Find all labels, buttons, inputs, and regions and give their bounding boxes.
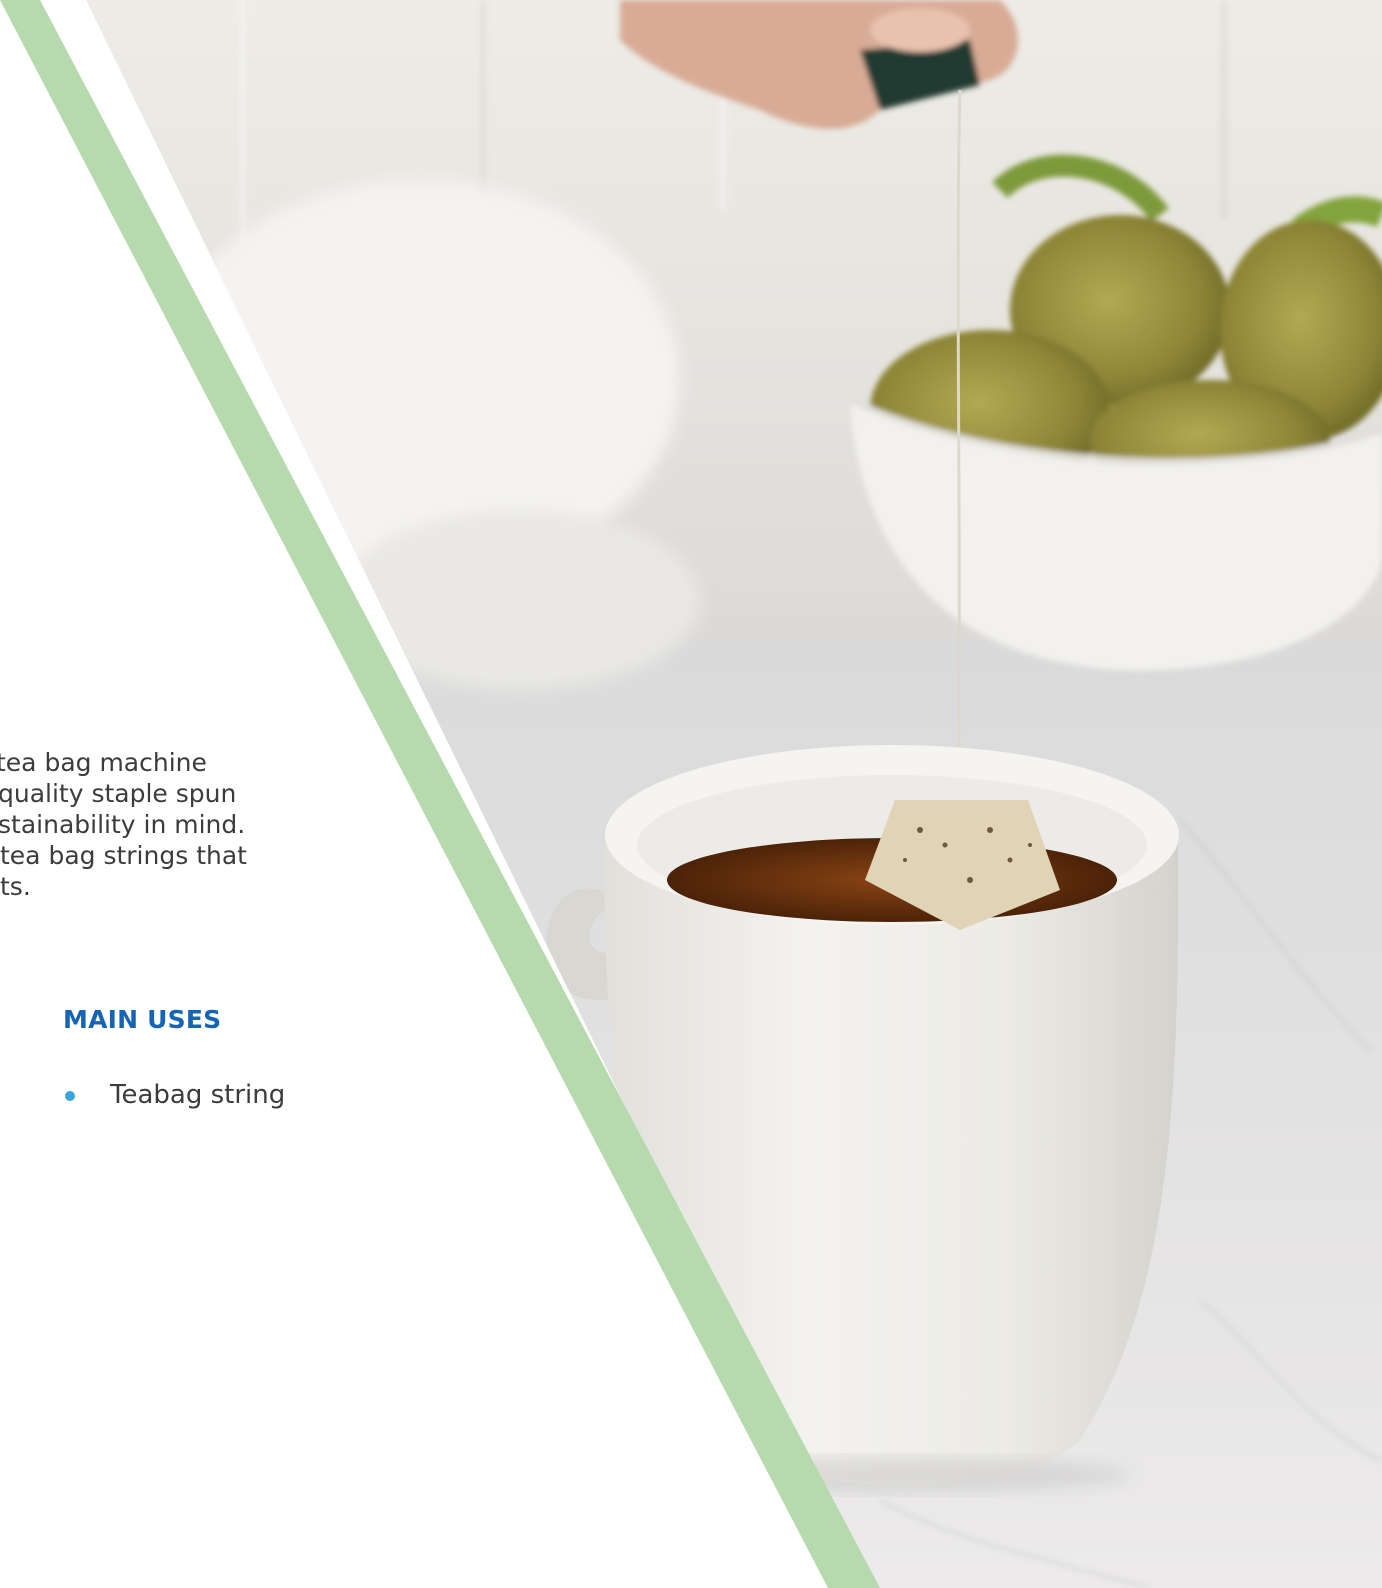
intro-line: tea bag machine	[0, 748, 207, 777]
page-canvas: tea bag machine quality staple spun stai…	[0, 0, 1382, 1588]
main-uses-heading: MAIN USES	[63, 1005, 222, 1034]
list-item-label: Teabag string	[110, 1080, 286, 1110]
intro-line: tea bag strings that	[0, 841, 247, 870]
intro-line: stainability in mind.	[0, 810, 246, 839]
bullet-icon	[65, 1091, 75, 1101]
intro-paragraph: tea bag machine quality staple spun stai…	[0, 747, 300, 902]
intro-line: ts.	[0, 872, 31, 901]
intro-line: quality staple spun	[0, 779, 237, 808]
